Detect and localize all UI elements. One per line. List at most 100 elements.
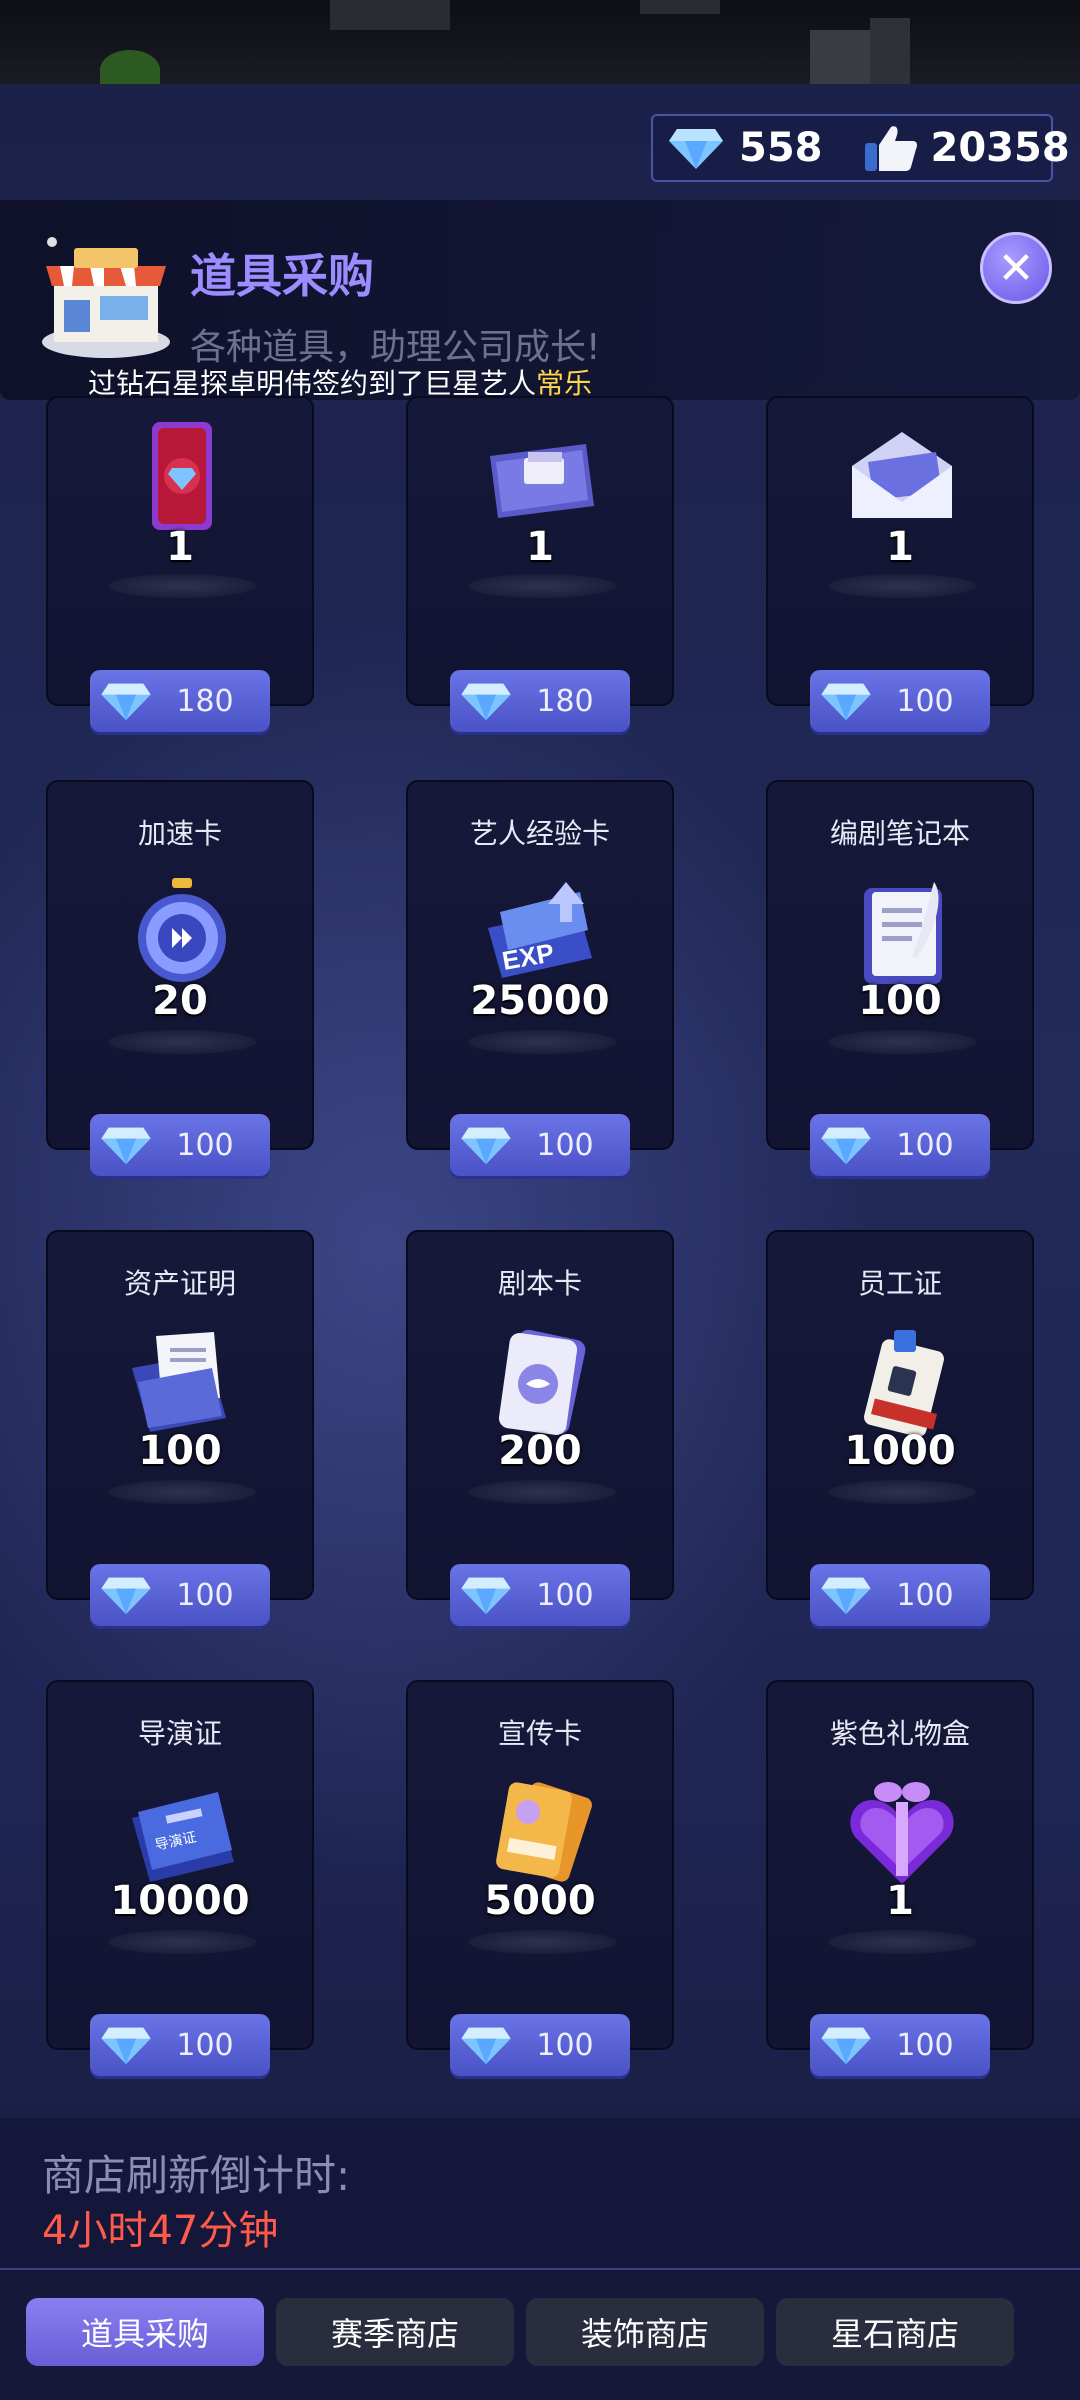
documents-icon — [122, 1328, 242, 1438]
buy-button[interactable]: 100 — [450, 1564, 630, 1626]
refresh-countdown-time: 4小时47分钟 — [42, 2208, 279, 2254]
item-price: 100 — [896, 683, 954, 719]
diamond-icon — [98, 1574, 154, 1616]
item-card[interactable]: 1 — [766, 396, 1034, 706]
item-price: 100 — [176, 2027, 234, 2063]
employee-badge-icon — [842, 1328, 962, 1438]
item-name: 紫色礼物盒 — [829, 1717, 970, 1750]
item-name: 剧本卡 — [497, 1267, 582, 1300]
buy-button[interactable]: 100 — [810, 2014, 990, 2076]
item-quantity: 1000 — [844, 1428, 956, 1474]
exp-ticket-icon: EXP — [482, 878, 602, 988]
stopwatch-icon — [122, 878, 242, 988]
buy-button[interactable]: 100 — [450, 1114, 630, 1176]
ticket-icon — [482, 422, 602, 532]
item-card[interactable]: 1 — [46, 396, 314, 706]
item-pedestal — [828, 574, 976, 598]
buy-button[interactable]: 100 — [810, 1564, 990, 1626]
buy-button[interactable]: 100 — [450, 2014, 630, 2076]
item-quantity: 100 — [858, 978, 942, 1024]
item-price: 100 — [176, 1127, 234, 1163]
buy-button[interactable]: 100 — [90, 1114, 270, 1176]
item-pedestal — [828, 1480, 976, 1504]
item-pedestal — [468, 1480, 616, 1504]
item-price: 100 — [176, 1577, 234, 1613]
heart-gift-box-icon — [842, 1778, 962, 1888]
game-scene-strip — [0, 0, 1080, 84]
item-quantity: 10000 — [110, 1878, 250, 1924]
shop-tab-bar: 道具采购 赛季商店 装饰商店 星石商店 — [0, 2270, 1080, 2400]
diamond-icon — [98, 1124, 154, 1166]
diamond-icon — [458, 1124, 514, 1166]
shop-header-banner: 道具采购 各种道具，助理公司成长! 过钻石星探卓明伟签约到了巨星艺人常乐 — [0, 200, 1080, 400]
buy-button[interactable]: 100 — [90, 1564, 270, 1626]
item-quantity: 200 — [498, 1428, 582, 1474]
item-card[interactable]: 资产证明 100 — [46, 1230, 314, 1600]
item-pedestal — [828, 1930, 976, 1954]
buy-button[interactable]: 180 — [450, 670, 630, 732]
item-quantity: 1 — [526, 524, 554, 570]
item-pedestal — [828, 1030, 976, 1054]
red-diamond-card-icon — [122, 422, 242, 532]
refresh-panel: 商店刷新倒计时: 4小时47分钟 — [0, 2118, 1080, 2268]
item-price: 100 — [536, 1127, 594, 1163]
close-button[interactable]: ✕ — [980, 232, 1052, 304]
tab-decoration-shop[interactable]: 装饰商店 — [526, 2298, 764, 2366]
item-pedestal — [108, 1930, 256, 1954]
item-quantity: 20 — [152, 978, 208, 1024]
item-pedestal — [468, 1930, 616, 1954]
likes-count: 20358 — [930, 125, 1070, 171]
item-quantity: 100 — [138, 1428, 222, 1474]
thumbs-up-icon — [863, 123, 919, 173]
diamond-icon — [458, 1574, 514, 1616]
item-price: 100 — [896, 1127, 954, 1163]
item-price: 100 — [536, 2027, 594, 2063]
item-price: 100 — [896, 2027, 954, 2063]
item-card[interactable]: 导演证 导演证 10000 — [46, 1680, 314, 2050]
item-price: 180 — [536, 683, 594, 719]
refresh-countdown-label: 商店刷新倒计时: — [42, 2151, 351, 2200]
item-name: 加速卡 — [137, 817, 222, 850]
item-card[interactable]: 加速卡 20 — [46, 780, 314, 1150]
script-card-icon — [482, 1328, 602, 1438]
item-quantity: 25000 — [470, 978, 610, 1024]
diamond-icon — [98, 680, 154, 722]
item-card[interactable]: 剧本卡 200 — [406, 1230, 674, 1600]
tab-season-shop[interactable]: 赛季商店 — [276, 2298, 514, 2366]
item-card[interactable]: 紫色礼物盒 1 — [766, 1680, 1034, 2050]
diamond-icon — [818, 1124, 874, 1166]
item-name: 编剧笔记本 — [829, 817, 970, 850]
item-card[interactable]: 1 — [406, 396, 674, 706]
item-price: 180 — [176, 683, 234, 719]
item-quantity: 1 — [166, 524, 194, 570]
diamond-icon — [458, 2024, 514, 2066]
page-title: 道具采购 — [190, 249, 374, 303]
buy-button[interactable]: 100 — [810, 1114, 990, 1176]
buy-button[interactable]: 180 — [90, 670, 270, 732]
item-name: 艺人经验卡 — [469, 817, 610, 850]
item-name: 资产证明 — [123, 1267, 236, 1300]
item-card[interactable]: 艺人经验卡 EXP 25000 — [406, 780, 674, 1150]
item-price: 100 — [536, 1577, 594, 1613]
notebook-icon — [842, 878, 962, 988]
item-card[interactable]: 编剧笔记本 100 — [766, 780, 1034, 1150]
item-pedestal — [108, 1480, 256, 1504]
diamond-count: 558 — [739, 125, 823, 171]
diamond-icon — [667, 125, 725, 171]
item-quantity: 5000 — [484, 1878, 596, 1924]
shop-building-icon — [34, 230, 174, 360]
item-name: 导演证 — [137, 1717, 222, 1750]
diamond-icon — [458, 680, 514, 722]
tab-item-purchase[interactable]: 道具采购 — [26, 2298, 264, 2366]
currency-bar: 558 20358 — [651, 114, 1070, 182]
buy-button[interactable]: 100 — [810, 670, 990, 732]
item-name: 宣传卡 — [497, 1717, 582, 1750]
tab-starstone-shop[interactable]: 星石商店 — [776, 2298, 1014, 2366]
buy-button[interactable]: 100 — [90, 2014, 270, 2076]
item-card[interactable]: 员工证 1000 — [766, 1230, 1034, 1600]
item-pedestal — [468, 574, 616, 598]
item-pedestal — [108, 574, 256, 598]
item-card[interactable]: 宣传卡 5000 — [406, 1680, 674, 2050]
diamond-icon — [818, 1574, 874, 1616]
diamond-icon — [818, 2024, 874, 2066]
